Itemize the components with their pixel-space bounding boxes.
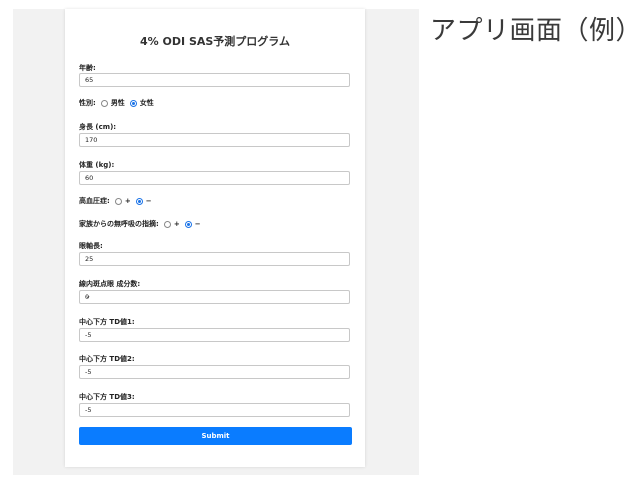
- axial-length-input[interactable]: 25: [79, 252, 350, 266]
- td1-input[interactable]: -5: [79, 328, 350, 342]
- family-apnea-group: 家族からの無呼吸の指摘: + −: [79, 219, 201, 229]
- td3-label: 中心下方 TD値3:: [79, 393, 135, 401]
- td3-value: -5: [85, 406, 92, 414]
- td2-input[interactable]: -5: [79, 365, 350, 379]
- td1-value: -5: [85, 331, 92, 339]
- weight-input[interactable]: 60: [79, 171, 350, 185]
- sex-radio-male[interactable]: [100, 99, 108, 107]
- caption: アプリ画面（例）: [430, 16, 637, 46]
- fleck-label: 線内斑点眼 成分数:: [79, 280, 141, 288]
- height-value: 170: [85, 136, 98, 144]
- axial-length-label: 眼軸長:: [79, 242, 103, 250]
- hypertension-label: 高血圧症:: [79, 197, 110, 205]
- family-apnea-option-minus: −: [194, 220, 201, 228]
- form-title: 4% ODI SAS予測プログラム: [140, 35, 290, 48]
- weight-value: 60: [85, 174, 94, 182]
- sex-option-female: 女性: [139, 99, 154, 107]
- td2-value: -5: [85, 368, 92, 376]
- hypertension-radio-minus[interactable]: [135, 197, 143, 205]
- form-card: 4% ODI SAS予測プログラム 年齢: 65 性別: 男性 女性 身長 (c…: [65, 9, 365, 467]
- td2-label: 中心下方 TD値2:: [79, 355, 135, 363]
- sex-group: 性別: 男性 女性: [79, 98, 154, 108]
- height-input[interactable]: 170: [79, 133, 350, 147]
- sex-label: 性別:: [79, 99, 96, 107]
- family-apnea-radio-minus[interactable]: [184, 220, 192, 228]
- td3-input[interactable]: -5: [79, 403, 350, 417]
- chevron-down-icon: ⌄: [85, 292, 91, 300]
- family-apnea-option-plus: +: [173, 220, 180, 228]
- age-input[interactable]: 65: [79, 73, 350, 87]
- age-value: 65: [85, 76, 94, 84]
- hypertension-group: 高血圧症: + −: [79, 196, 152, 206]
- sex-option-male: 男性: [110, 99, 125, 107]
- fleck-select[interactable]: 0 ⌄: [79, 290, 350, 304]
- hypertension-option-plus: +: [124, 197, 131, 205]
- hypertension-radio-plus[interactable]: [114, 197, 122, 205]
- sex-radio-female[interactable]: [129, 99, 137, 107]
- height-label: 身長 (cm):: [79, 123, 117, 131]
- family-apnea-label: 家族からの無呼吸の指摘:: [79, 220, 159, 228]
- td1-label: 中心下方 TD値1:: [79, 318, 135, 326]
- family-apnea-radio-plus[interactable]: [163, 220, 171, 228]
- weight-label: 体重 (kg):: [79, 161, 115, 169]
- submit-button[interactable]: Submit: [79, 427, 352, 445]
- age-label: 年齢:: [79, 64, 96, 72]
- hypertension-option-minus: −: [145, 197, 152, 205]
- axial-length-value: 25: [85, 255, 94, 263]
